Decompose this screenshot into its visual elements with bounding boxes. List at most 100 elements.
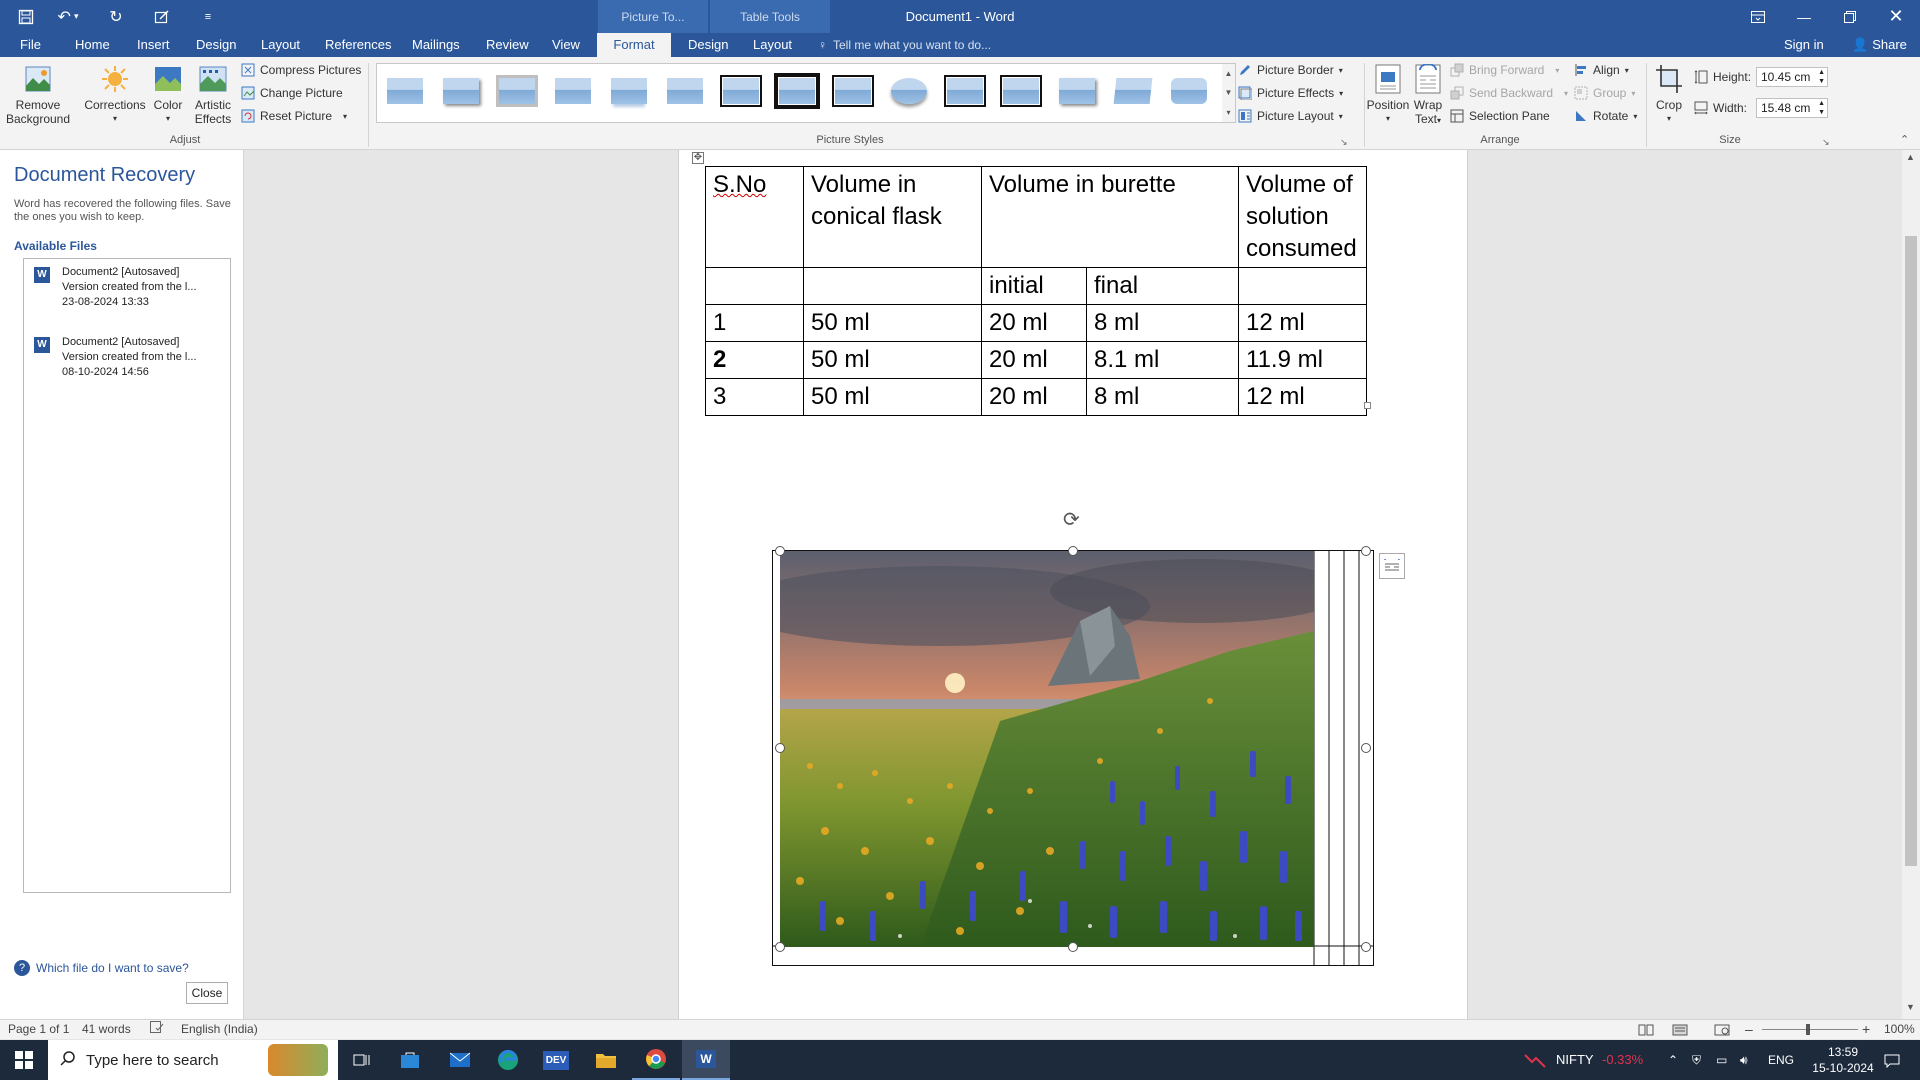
- width-input[interactable]: 15.48 cm ▲ ▼: [1756, 98, 1828, 118]
- gallery-down-icon[interactable]: ▼: [1225, 88, 1233, 97]
- picture-style-thumbnail[interactable]: [383, 72, 427, 110]
- cell-final[interactable]: 8.1 ml: [1086, 341, 1239, 379]
- empty-cell[interactable]: [803, 267, 982, 305]
- notifications-icon[interactable]: [1884, 1040, 1900, 1080]
- collapse-ribbon-icon[interactable]: ⌃: [1900, 133, 1909, 146]
- tell-me-search[interactable]: ♀ Tell me what you want to do...: [818, 33, 991, 57]
- tab-picture-format[interactable]: Format: [597, 33, 671, 57]
- scroll-up-icon[interactable]: ▲: [1906, 152, 1915, 162]
- subheader-initial[interactable]: initial: [981, 267, 1087, 305]
- proofing-icon[interactable]: [150, 1020, 164, 1039]
- width-spinner-icon[interactable]: ▲ ▼: [1818, 99, 1825, 117]
- subheader-final[interactable]: final: [1086, 267, 1239, 305]
- picture-style-thumbnail[interactable]: [943, 72, 987, 110]
- minimize-icon[interactable]: —: [1781, 0, 1827, 33]
- send-backward-button[interactable]: Send Backward ▾: [1450, 83, 1568, 103]
- windows-start-icon[interactable]: [0, 1040, 48, 1080]
- reset-picture-button[interactable]: Reset Picture ▾: [241, 106, 347, 126]
- tab-home[interactable]: Home: [63, 33, 122, 57]
- rotate-handle-icon[interactable]: ⟳: [1063, 507, 1080, 532]
- zoom-out-icon[interactable]: –: [1745, 1020, 1753, 1039]
- resize-handle[interactable]: [1068, 546, 1078, 556]
- cell-flask[interactable]: 50 ml: [803, 304, 982, 342]
- picture-style-thumbnail[interactable]: [495, 72, 539, 110]
- cell-consumed[interactable]: 12 ml: [1238, 304, 1367, 342]
- color-button[interactable]: Color ▾: [150, 63, 186, 126]
- language-indicator[interactable]: English (India): [181, 1020, 258, 1039]
- file-explorer-icon[interactable]: [582, 1040, 630, 1080]
- undo-icon[interactable]: ↶ ▾: [50, 0, 86, 33]
- compress-pictures-button[interactable]: Compress Pictures: [241, 60, 361, 80]
- cell-final[interactable]: 8 ml: [1086, 378, 1239, 416]
- tab-view[interactable]: View: [540, 33, 592, 57]
- close-icon[interactable]: ✕: [1873, 0, 1919, 33]
- web-layout-icon[interactable]: [1714, 1020, 1730, 1042]
- chrome-browser-icon[interactable]: [632, 1040, 680, 1080]
- vertical-scrollbar[interactable]: ▲ ▼: [1902, 150, 1920, 1019]
- table-resize-handle[interactable]: [1364, 402, 1371, 409]
- table-move-handle-icon[interactable]: ✥: [692, 152, 704, 164]
- dev-app-icon[interactable]: DEV: [532, 1040, 580, 1080]
- picture-style-thumbnail[interactable]: [663, 72, 707, 110]
- word-count[interactable]: 41 words: [82, 1020, 131, 1039]
- resize-handle[interactable]: [775, 942, 785, 952]
- nifty-label[interactable]: NIFTY: [1556, 1040, 1594, 1080]
- landscape-photo[interactable]: [780, 551, 1314, 947]
- align-button[interactable]: Align ▾: [1574, 60, 1629, 80]
- scroll-thumb[interactable]: [1905, 236, 1917, 866]
- page-count[interactable]: Page 1 of 1: [8, 1020, 69, 1039]
- tab-mailings[interactable]: Mailings: [400, 33, 472, 57]
- resize-handle[interactable]: [1361, 546, 1371, 556]
- picture-layout-button[interactable]: Picture Layout ▾: [1238, 106, 1343, 126]
- cell-final[interactable]: 8 ml: [1086, 304, 1239, 342]
- selection-pane-button[interactable]: Selection Pane: [1450, 106, 1550, 126]
- cell-sno[interactable]: 1: [705, 304, 804, 342]
- size-launcher-icon[interactable]: ↘: [1822, 137, 1830, 148]
- crop-button[interactable]: Crop ▾: [1650, 63, 1688, 126]
- zoom-slider-thumb[interactable]: [1806, 1024, 1810, 1035]
- tab-design[interactable]: Design: [184, 33, 248, 57]
- touch-mode-icon[interactable]: [144, 0, 180, 33]
- mail-icon[interactable]: [436, 1040, 484, 1080]
- clock[interactable]: 13:59 15-10-2024: [1808, 1044, 1878, 1076]
- change-picture-button[interactable]: Change Picture: [241, 83, 343, 103]
- restore-icon[interactable]: [1827, 0, 1873, 33]
- picture-style-thumbnail[interactable]: [607, 72, 651, 110]
- picture-styles-launcher-icon[interactable]: ↘: [1340, 137, 1348, 148]
- cell-flask[interactable]: 50 ml: [803, 378, 982, 416]
- picture-style-thumbnail[interactable]: [774, 72, 820, 110]
- picture-style-thumbnail[interactable]: [999, 72, 1043, 110]
- cell-initial[interactable]: 20 ml: [981, 304, 1087, 342]
- picture-style-thumbnail[interactable]: [831, 72, 875, 110]
- recovered-file-item[interactable]: W Document2 [Autosaved] Version created …: [34, 335, 224, 380]
- zoom-slider[interactable]: [1762, 1029, 1858, 1030]
- layout-options-icon[interactable]: [1379, 553, 1405, 579]
- bring-forward-button[interactable]: Bring Forward ▾: [1450, 60, 1559, 80]
- scroll-down-icon[interactable]: ▼: [1906, 1002, 1915, 1012]
- network-icon[interactable]: ▭: [1716, 1040, 1727, 1080]
- tab-table-design[interactable]: Design: [676, 33, 740, 57]
- corrections-button[interactable]: Corrections ▾: [80, 63, 150, 126]
- recovery-help-link[interactable]: ? Which file do I want to save?: [14, 960, 189, 976]
- resize-handle[interactable]: [1068, 942, 1078, 952]
- nifty-change[interactable]: -0.33%: [1602, 1040, 1643, 1080]
- customize-qat-icon[interactable]: ≡: [190, 0, 226, 33]
- artistic-effects-button[interactable]: Artistic Effects: [190, 63, 236, 126]
- tab-insert[interactable]: Insert: [125, 33, 182, 57]
- picture-style-thumbnail[interactable]: [719, 72, 763, 110]
- zoom-level[interactable]: 100%: [1884, 1020, 1915, 1039]
- picture-style-thumbnail[interactable]: [887, 72, 931, 110]
- picture-style-thumbnail[interactable]: [1111, 72, 1155, 110]
- cell-sno[interactable]: 2: [705, 341, 804, 379]
- height-spinner-icon[interactable]: ▲ ▼: [1818, 68, 1825, 86]
- rotate-button[interactable]: Rotate ▾: [1574, 106, 1637, 126]
- empty-cell[interactable]: [705, 267, 804, 305]
- picture-style-thumbnail[interactable]: [1055, 72, 1099, 110]
- redo-icon[interactable]: ↻: [98, 0, 134, 33]
- picture-style-thumbnail[interactable]: [439, 72, 483, 110]
- titration-table[interactable]: S.No Volume in conical flask Volume in b…: [705, 166, 1367, 416]
- tab-table-layout[interactable]: Layout: [741, 33, 804, 57]
- picture-border-button[interactable]: Picture Border ▾: [1238, 60, 1343, 80]
- sign-in-link[interactable]: Sign in: [1784, 33, 1824, 57]
- height-input[interactable]: 10.45 cm ▲ ▼: [1756, 67, 1828, 87]
